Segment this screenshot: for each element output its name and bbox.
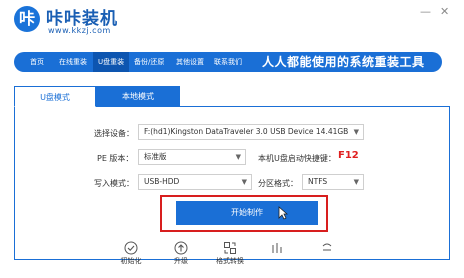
pe-version-label: PE 版本：: [97, 154, 134, 163]
app-url: www.kkzj.com: [48, 26, 111, 35]
hotkey-label: 本机U盘启动快捷键：: [258, 154, 336, 163]
start-making-button[interactable]: 开始制作: [176, 201, 318, 225]
format-convert-tool[interactable]: 格式转换: [212, 241, 248, 266]
upload-arrow-icon: [174, 241, 188, 255]
device-value: F:(hd1)Kingston DataTraveler 3.0 USB Dev…: [144, 127, 349, 136]
mouse-cursor-icon: [278, 206, 288, 220]
partition-format-select[interactable]: NTFS ▼: [302, 174, 364, 190]
init-tool[interactable]: 初始化: [113, 241, 149, 266]
init-label: 初始化: [120, 257, 142, 265]
partial-icon: [322, 243, 332, 251]
app-logo-icon: 咔: [14, 6, 40, 32]
nav-other-settings[interactable]: 其他设置: [176, 52, 204, 72]
format-convert-label: 格式转换: [216, 257, 244, 265]
device-select[interactable]: F:(hd1)Kingston DataTraveler 3.0 USB Dev…: [138, 124, 364, 140]
hotkey-value: F12: [338, 150, 359, 161]
bottom-tool-5[interactable]: [309, 241, 345, 256]
slogan: 人人都能使用的系统重装工具: [262, 55, 425, 69]
chevron-down-icon: ▼: [235, 153, 241, 161]
write-mode-select[interactable]: USB-HDD ▼: [138, 174, 252, 190]
upgrade-label: 升级: [174, 257, 188, 265]
partition-format-label: 分区格式：: [258, 179, 298, 188]
chevron-down-icon: ▼: [353, 178, 359, 186]
nav-online-reinstall[interactable]: 在线重装: [59, 52, 87, 72]
partition-format-value: NTFS: [308, 177, 328, 186]
device-label: 选择设备：: [94, 129, 134, 138]
close-button[interactable]: ✕: [440, 6, 449, 18]
bottom-tool-4[interactable]: [259, 241, 295, 256]
pe-version-value: 标准版: [144, 152, 167, 161]
chevron-down-icon: ▼: [353, 128, 359, 136]
check-circle-icon: [124, 241, 138, 255]
nav-usb-reinstall[interactable]: U盘重装: [93, 52, 130, 72]
nav-backup-restore[interactable]: 备份/还原: [134, 52, 164, 72]
main-nav: 首页 在线重装 U盘重装 备份/还原 其他设置 联系我们 人人都能使用的系统重装…: [14, 52, 442, 72]
nav-contact-us[interactable]: 联系我们: [214, 52, 242, 72]
write-mode-label: 写入模式：: [94, 179, 134, 188]
upgrade-tool[interactable]: 升级: [163, 241, 199, 266]
pe-version-select[interactable]: 标准版 ▼: [138, 149, 246, 165]
tab-usb-mode[interactable]: U盘模式: [14, 86, 96, 107]
minimize-button[interactable]: —: [420, 6, 431, 18]
format-convert-icon: [224, 242, 236, 254]
chevron-down-icon: ▼: [241, 178, 247, 186]
tab-local-mode[interactable]: 本地模式: [96, 86, 180, 107]
nav-home[interactable]: 首页: [30, 52, 44, 72]
write-mode-value: USB-HDD: [144, 177, 180, 186]
partial-icon: [272, 243, 282, 253]
